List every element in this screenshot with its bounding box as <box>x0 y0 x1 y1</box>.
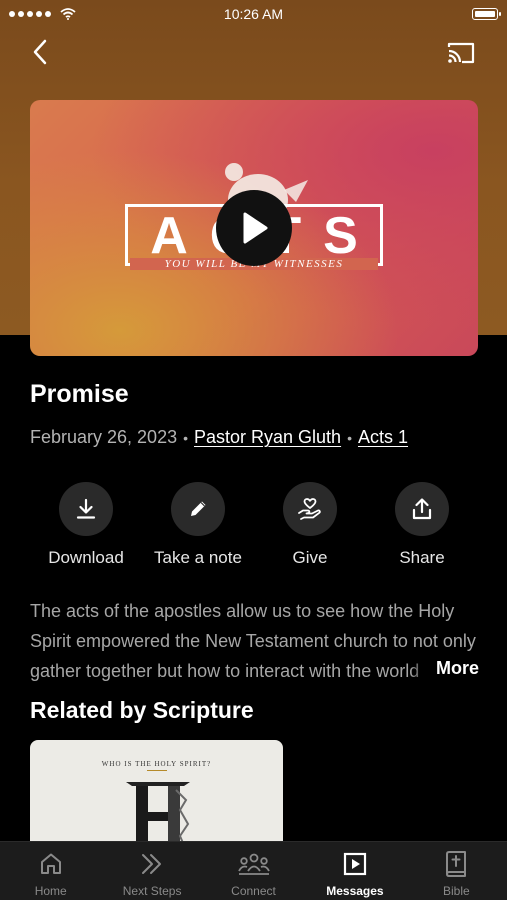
more-overlay: More <box>410 653 485 685</box>
message-date: February 26, 2023 <box>30 427 178 447</box>
download-label: Download <box>48 548 124 567</box>
note-circle <box>171 482 225 536</box>
wifi-icon <box>60 8 76 20</box>
speaker-link[interactable]: Pastor Ryan Gluth <box>194 427 341 447</box>
message-meta: February 26, 2023 • Pastor Ryan Gluth • Acts… <box>30 427 408 448</box>
tab-bible-label: Bible <box>442 884 470 898</box>
people-icon <box>237 853 270 875</box>
take-a-note-button[interactable]: Take a note <box>142 482 254 568</box>
download-circle <box>59 482 113 536</box>
give-label: Give <box>292 548 328 567</box>
status-time: 10:26 AM <box>223 6 284 22</box>
cast-icon <box>447 42 475 64</box>
take-a-note-label: Take a note <box>154 548 242 567</box>
give-hand-heart-icon <box>298 498 321 520</box>
tab-bar: Home Next Steps Connect Messages Bible <box>0 841 507 900</box>
tab-connect-label: Connect <box>231 884 276 898</box>
share-circle <box>395 482 449 536</box>
play-icon <box>243 212 268 244</box>
tab-next-steps-label: Next Steps <box>122 884 182 898</box>
message-actions: Download Take a note Give Share <box>30 482 478 568</box>
message-title: Promise <box>30 380 129 408</box>
scripture-link[interactable]: Acts 1 <box>358 427 408 447</box>
chevron-left-icon <box>33 39 47 65</box>
home-icon <box>40 853 61 874</box>
download-button[interactable]: Download <box>30 482 142 568</box>
tab-home-label: Home <box>34 884 67 898</box>
bible-icon <box>446 851 467 877</box>
tab-next-steps[interactable]: Next Steps <box>101 842 202 900</box>
pencil-icon <box>191 501 206 516</box>
give-circle <box>283 482 337 536</box>
play-square-icon <box>343 852 367 876</box>
tab-messages-label: Messages <box>326 884 384 898</box>
tab-home[interactable]: Home <box>0 842 101 900</box>
battery-icon <box>472 8 501 20</box>
give-button[interactable]: Give <box>254 482 366 568</box>
tab-messages[interactable]: Messages <box>304 842 405 900</box>
meta-separator: • <box>347 430 352 446</box>
double-chevron-icon <box>142 854 162 874</box>
back-button[interactable] <box>24 36 56 68</box>
related-heading: Related by Scripture <box>30 697 254 723</box>
share-label: Share <box>399 548 445 567</box>
message-video-thumbnail[interactable]: ACTS YOU WILL BE MY WITNESSES <box>30 100 478 356</box>
play-button[interactable] <box>216 190 292 266</box>
status-bar: 10:26 AM <box>0 0 507 28</box>
tab-bible[interactable]: Bible <box>406 842 507 900</box>
share-button[interactable]: Share <box>366 482 478 568</box>
more-button[interactable]: More <box>436 658 479 679</box>
share-icon <box>412 498 432 520</box>
meta-separator: • <box>183 430 188 446</box>
cast-button[interactable] <box>443 38 479 68</box>
tab-connect[interactable]: Connect <box>203 842 304 900</box>
download-icon <box>76 498 96 519</box>
signal-indicator <box>9 8 76 20</box>
